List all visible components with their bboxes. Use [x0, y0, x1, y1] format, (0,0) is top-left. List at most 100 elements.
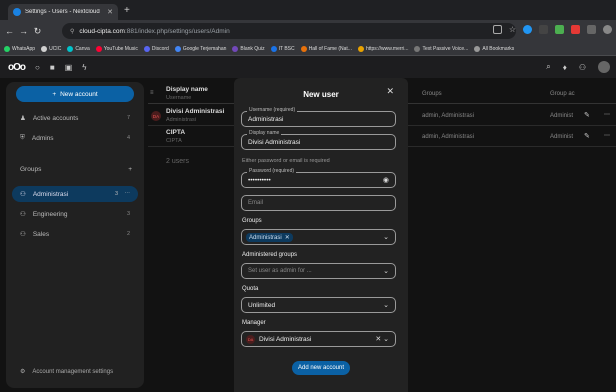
contacts-icon[interactable]: ⚇ — [579, 63, 586, 72]
notifications-icon[interactable]: ♦ — [563, 63, 567, 72]
minus-extension-icon[interactable] — [539, 25, 548, 34]
bookmark-item[interactable]: Discord — [143, 45, 169, 52]
bookmark-label: Hall of Fame (Nat... — [308, 45, 352, 52]
row-group-admin: Administ — [550, 134, 574, 140]
extension-icon[interactable] — [523, 25, 532, 34]
sidebar-item-active-accounts[interactable]: ♟ Active accounts 7 — [12, 110, 138, 126]
back-icon[interactable]: ← — [5, 26, 14, 36]
avatar[interactable] — [598, 61, 610, 73]
email-field[interactable]: Email — [241, 195, 396, 211]
bookmark-star-icon[interactable]: ☆ — [509, 25, 516, 34]
chevron-down-icon[interactable]: ⌄ — [383, 267, 389, 275]
bookmark-label: Text Passive Voice... — [422, 45, 469, 52]
bookmark-item[interactable]: Text Passive Voice... — [414, 45, 469, 52]
remove-chip-icon[interactable]: ✕ — [285, 234, 290, 241]
bookmark-label: https://www.merri... — [365, 45, 409, 52]
account-settings-label: Account management settings — [32, 368, 114, 375]
files-icon[interactable]: ■ — [50, 63, 55, 72]
sidebar-item-group-administrasi[interactable]: ⚇ Administrasi 3 ⋯ — [12, 186, 138, 202]
username-field[interactable]: Username (required) Administrasi — [241, 107, 396, 127]
reload-icon[interactable]: ↻ — [33, 26, 42, 37]
install-icon[interactable] — [492, 25, 502, 34]
url-host: cloud-cipta.com — [79, 27, 125, 35]
sidebar-item-group-sales[interactable]: ⚇ Sales 2 — [12, 226, 138, 242]
photos-icon[interactable]: ▣ — [65, 63, 73, 72]
displayname-label: Display name — [247, 130, 282, 136]
person-icon: ♟ — [20, 115, 26, 122]
row-groups: admin, Administrasi — [422, 113, 475, 119]
bookmark-label: YouTube Music — [103, 45, 138, 52]
bookmark-item[interactable]: Blank Quiz — [232, 45, 265, 52]
sidebar-item-label: Administrasi — [32, 190, 69, 198]
password-value: •••••••••• — [248, 177, 271, 184]
bookmark-item[interactable]: All Bookmarks — [474, 45, 514, 52]
new-user-dialog: New user ✕ Username (required) Administr… — [234, 78, 408, 392]
activity-icon[interactable]: ϟ — [82, 63, 86, 72]
bookmark-item[interactable]: Google Terjemahan — [174, 45, 226, 52]
displayname-field[interactable]: Display name Divisi Administrasi — [241, 130, 396, 150]
bookmark-label: Blank Quiz — [240, 45, 265, 52]
bookmark-item[interactable]: Hall of Fame (Nat... — [300, 45, 352, 52]
quota-label: Quota — [242, 286, 259, 292]
camera-extension-icon[interactable] — [555, 25, 564, 34]
sidebar-item-label: Sales — [32, 230, 50, 238]
plus-icon: + — [52, 90, 57, 98]
group-icon: ⚇ — [20, 191, 26, 198]
avatar: DA — [151, 111, 161, 121]
tab-title: Settings - Users - Nextcloud — [25, 9, 100, 15]
chevron-down-icon[interactable]: ⌄ — [383, 233, 389, 241]
add-new-account-button[interactable]: Add new account — [292, 361, 350, 375]
bookmark-label: WhatsApp — [12, 45, 36, 52]
add-group-icon[interactable]: + — [128, 166, 132, 173]
nextcloud-logo[interactable]: oOo — [8, 62, 26, 73]
quota-select[interactable]: Unlimited ⌄ — [241, 297, 396, 313]
forward-icon[interactable]: → — [19, 26, 28, 36]
password-email-hint: Either password or email is required — [242, 158, 330, 164]
puzzle-icon[interactable] — [587, 25, 596, 34]
administered-groups-select[interactable]: Set user as admin for ... ⌄ — [241, 263, 396, 279]
more-options-icon[interactable]: ⋯ — [125, 191, 131, 197]
account-management-settings[interactable]: ⚙ Account management settings — [20, 368, 114, 376]
sidebar-item-group-engineering[interactable]: ⚇ Engineering 3 — [12, 206, 138, 222]
close-icon[interactable]: ✕ — [386, 86, 394, 97]
user-count: 2 users — [166, 158, 189, 165]
sidebar-item-label: Active accounts — [32, 114, 79, 122]
bookmark-item[interactable]: Canva — [67, 45, 90, 52]
bookmark-favicon-icon — [270, 45, 277, 52]
menu-toggle-icon[interactable]: ≡ — [150, 90, 154, 96]
site-info-icon[interactable]: ⚲ — [70, 28, 74, 35]
clear-and-chevron-icon[interactable]: ✕ ⌄ — [375, 335, 389, 343]
bookmark-item[interactable]: https://www.merri... — [357, 45, 409, 52]
profile-icon[interactable] — [603, 25, 612, 34]
browser-tab[interactable]: Settings - Users - Nextcloud ✕ — [8, 4, 118, 20]
more-options-icon[interactable]: ⋯ — [604, 132, 610, 139]
bookmark-favicon-icon — [232, 45, 239, 52]
manager-select[interactable]: DA Divisi Administrasi ✕ ⌄ — [241, 331, 396, 347]
new-account-button[interactable]: + New account — [16, 86, 134, 102]
edit-pencil-icon[interactable]: ✎ — [584, 111, 590, 119]
url-path: :881/index.php/settings/users/Admin — [124, 27, 230, 35]
more-options-icon[interactable]: ⋯ — [604, 111, 610, 118]
bookmark-item[interactable]: YouTube Music — [95, 45, 138, 52]
edit-pencil-icon[interactable]: ✎ — [584, 132, 590, 140]
tab-close-icon[interactable]: ✕ — [107, 8, 113, 16]
new-tab-icon[interactable]: + — [124, 5, 130, 16]
bookmark-label: UCIC — [49, 45, 62, 52]
search-icon[interactable]: ⌕ — [546, 62, 550, 72]
groups-select[interactable]: Administrasi ✕ ⌄ — [241, 229, 396, 245]
group-chip[interactable]: Administrasi ✕ — [246, 233, 293, 242]
group-icon: ⚇ — [20, 211, 26, 218]
url-field[interactable]: ⚲ cloud-cipta.com:881/index.php/settings… — [62, 23, 516, 39]
password-field[interactable]: Password (required) •••••••••• ◉ — [241, 168, 396, 188]
recorder-extension-icon[interactable] — [571, 25, 580, 34]
sidebar-item-label: Engineering — [32, 210, 68, 218]
bookmark-favicon-icon — [4, 45, 10, 52]
row-username: CIPTA — [166, 138, 182, 144]
bookmark-item[interactable]: WhatsApp — [4, 45, 36, 52]
sidebar-item-admins[interactable]: ⛨ Admins 4 — [12, 130, 138, 146]
dashboard-icon[interactable]: ○ — [35, 63, 40, 72]
show-password-eye-icon[interactable]: ◉ — [383, 176, 389, 184]
bookmark-item[interactable]: IT BSC — [270, 45, 295, 52]
chevron-down-icon[interactable]: ⌄ — [383, 301, 389, 309]
bookmark-item[interactable]: UCIC — [41, 45, 62, 52]
